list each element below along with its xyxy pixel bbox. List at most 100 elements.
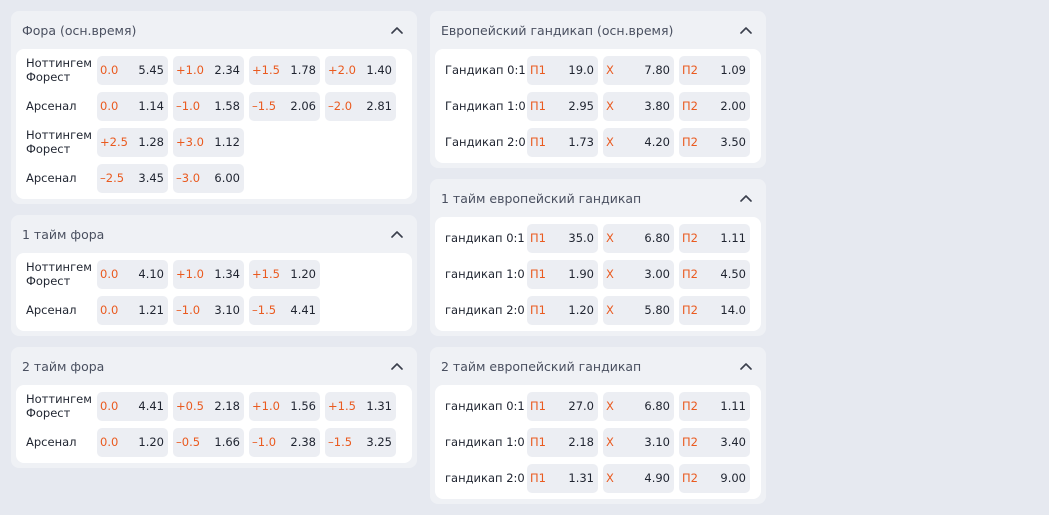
- odds-button[interactable]: П2 1.09: [679, 55, 750, 85]
- panel-header[interactable]: Фора (осн.время): [16, 11, 412, 49]
- odds-button[interactable]: П1 19.0: [527, 55, 598, 85]
- odds-button[interactable]: П1 1.20: [527, 295, 598, 325]
- odds-button[interactable]: Х 3.80: [603, 91, 674, 121]
- odds-button[interactable]: +1.0 2.34: [173, 55, 244, 85]
- odds-button[interactable]: –2.0 2.81: [325, 91, 396, 121]
- chevron-up-icon[interactable]: [737, 21, 755, 39]
- odds-label: +1.5: [252, 63, 280, 77]
- odds-button[interactable]: П2 9.00: [679, 463, 750, 493]
- odds-button[interactable]: +3.0 1.12: [173, 127, 244, 157]
- panel-header[interactable]: 1 тайм фора: [16, 215, 412, 253]
- odds-value: 1.78: [290, 63, 316, 77]
- odds-button[interactable]: +1.5 1.78: [249, 55, 320, 85]
- panel-header[interactable]: 2 тайм фора: [16, 347, 412, 385]
- odds-value: 1.11: [720, 231, 746, 245]
- odds-button[interactable]: Х 6.80: [603, 391, 674, 421]
- odds-row: Ноттингем Форест +2.5 1.28 +3.0 1.12: [21, 124, 407, 160]
- odds-button[interactable]: П2 1.11: [679, 391, 750, 421]
- odds-button[interactable]: П2 3.40: [679, 427, 750, 457]
- odds-label: П2: [682, 471, 698, 485]
- odds-button[interactable]: Х 7.80: [603, 55, 674, 85]
- odds-button[interactable]: +1.5 1.31: [325, 391, 396, 421]
- row-label: гандикап 1:0: [445, 267, 525, 281]
- odds-button[interactable]: П1 35.0: [527, 223, 598, 253]
- panel-body: гандикап 0:1 П1 35.0 Х 6.80 П2 1.11 гандикап 1:…: [435, 217, 761, 331]
- odds-button[interactable]: Х 3.10: [603, 427, 674, 457]
- odds-button[interactable]: П1 1.31: [527, 463, 598, 493]
- odds-button[interactable]: П2 4.50: [679, 259, 750, 289]
- odds-button[interactable]: Х 6.80: [603, 223, 674, 253]
- odds-button[interactable]: П1 2.95: [527, 91, 598, 121]
- odds-button[interactable]: Х 4.20: [603, 127, 674, 157]
- row-label: гандикап 2:0: [445, 471, 525, 485]
- odds-button[interactable]: П2 3.50: [679, 127, 750, 157]
- panel-body: Ноттингем Форест 0.0 4.41 +0.5 2.18 +1.0 1.56 +…: [16, 385, 412, 463]
- odds-label: –1.5: [328, 435, 353, 449]
- odds-button[interactable]: 0.0 1.14: [97, 91, 168, 121]
- odds-value: 1.34: [214, 267, 240, 281]
- panel-body: Гандикап 0:1 П1 19.0 Х 7.80 П2 1.09 Гандикап 1:…: [435, 49, 761, 163]
- odds-button[interactable]: –2.5 3.45: [97, 163, 168, 193]
- odds-button[interactable]: –1.5 3.25: [325, 427, 396, 457]
- odds-label: П1: [530, 135, 546, 149]
- odds-button[interactable]: П2 1.11: [679, 223, 750, 253]
- odds-button[interactable]: –1.5 4.41: [249, 295, 320, 325]
- odds-row: Арсенал 0.0 1.14 –1.0 1.58 –1.5 2.06 –2.0 2.81: [21, 88, 407, 124]
- odds-row: гандикап 0:1 П1 27.0 Х 6.80 П2 1.11: [440, 388, 756, 424]
- odds-button[interactable]: –1.5 2.06: [249, 91, 320, 121]
- chevron-up-icon[interactable]: [737, 357, 755, 375]
- odds-button[interactable]: +1.0 1.34: [173, 259, 244, 289]
- odds-button[interactable]: –1.0 2.38: [249, 427, 320, 457]
- chevron-up-icon[interactable]: [388, 357, 406, 375]
- odds-button[interactable]: +1.0 1.56: [249, 391, 320, 421]
- odds-label: –3.0: [176, 171, 201, 185]
- odds-button[interactable]: +1.5 1.20: [249, 259, 320, 289]
- odds-button[interactable]: Х 5.80: [603, 295, 674, 325]
- odds-value: 4.50: [720, 267, 746, 281]
- odds-button[interactable]: П2 14.0: [679, 295, 750, 325]
- odds-button[interactable]: П1 1.90: [527, 259, 598, 289]
- odds-button[interactable]: +0.5 2.18: [173, 391, 244, 421]
- odds-value: 2.06: [290, 99, 316, 113]
- odds-button[interactable]: П1 1.73: [527, 127, 598, 157]
- odds-button[interactable]: П2 2.00: [679, 91, 750, 121]
- odds-row: Арсенал –2.5 3.45 –3.0 6.00: [21, 160, 407, 196]
- odds-button[interactable]: 0.0 1.21: [97, 295, 168, 325]
- panel-header[interactable]: Европейский гандикап (осн.время): [435, 11, 761, 49]
- chevron-up-icon[interactable]: [388, 225, 406, 243]
- odds-button[interactable]: +2.0 1.40: [325, 55, 396, 85]
- odds-button[interactable]: Х 3.00: [603, 259, 674, 289]
- odds-value: 1.20: [138, 435, 164, 449]
- odds-label: Х: [606, 471, 614, 485]
- row-label: Ноттингем Форест: [26, 56, 92, 84]
- odds-button[interactable]: П1 27.0: [527, 391, 598, 421]
- odds-label: –1.5: [252, 303, 277, 317]
- market-panel: 2 тайм европейский гандикап гандикап 0:1 П…: [430, 347, 766, 504]
- odds-button[interactable]: +2.5 1.28: [97, 127, 168, 157]
- odds-button[interactable]: П1 2.18: [527, 427, 598, 457]
- odds-value: 7.80: [644, 63, 670, 77]
- panel-header[interactable]: 1 тайм европейский гандикап: [435, 179, 761, 217]
- odds-label: 0.0: [100, 99, 119, 113]
- odds-button[interactable]: 0.0 1.20: [97, 427, 168, 457]
- odds-value: 4.10: [138, 267, 164, 281]
- odds-button[interactable]: 0.0 4.41: [97, 391, 168, 421]
- market-panel: 2 тайм фора Ноттингем Форест 0.0 4.41 +0.5 2.…: [11, 347, 417, 468]
- odds-label: +1.5: [252, 267, 280, 281]
- odds-button[interactable]: 0.0 4.10: [97, 259, 168, 289]
- odds-button[interactable]: –0.5 1.66: [173, 427, 244, 457]
- odds-button[interactable]: –1.0 1.58: [173, 91, 244, 121]
- odds-button[interactable]: –3.0 6.00: [173, 163, 244, 193]
- row-label: Арсенал: [26, 435, 77, 449]
- odds-value: 3.80: [644, 99, 670, 113]
- panel-title: 1 тайм фора: [22, 226, 105, 242]
- row-label: Арсенал: [26, 303, 77, 317]
- odds-label: Х: [606, 99, 614, 113]
- odds-button[interactable]: Х 4.90: [603, 463, 674, 493]
- chevron-up-icon[interactable]: [737, 189, 755, 207]
- odds-button[interactable]: –1.0 3.10: [173, 295, 244, 325]
- panel-body: гандикап 0:1 П1 27.0 Х 6.80 П2 1.11 гандикап 1:…: [435, 385, 761, 499]
- odds-button[interactable]: 0.0 5.45: [97, 55, 168, 85]
- panel-header[interactable]: 2 тайм европейский гандикап: [435, 347, 761, 385]
- chevron-up-icon[interactable]: [388, 21, 406, 39]
